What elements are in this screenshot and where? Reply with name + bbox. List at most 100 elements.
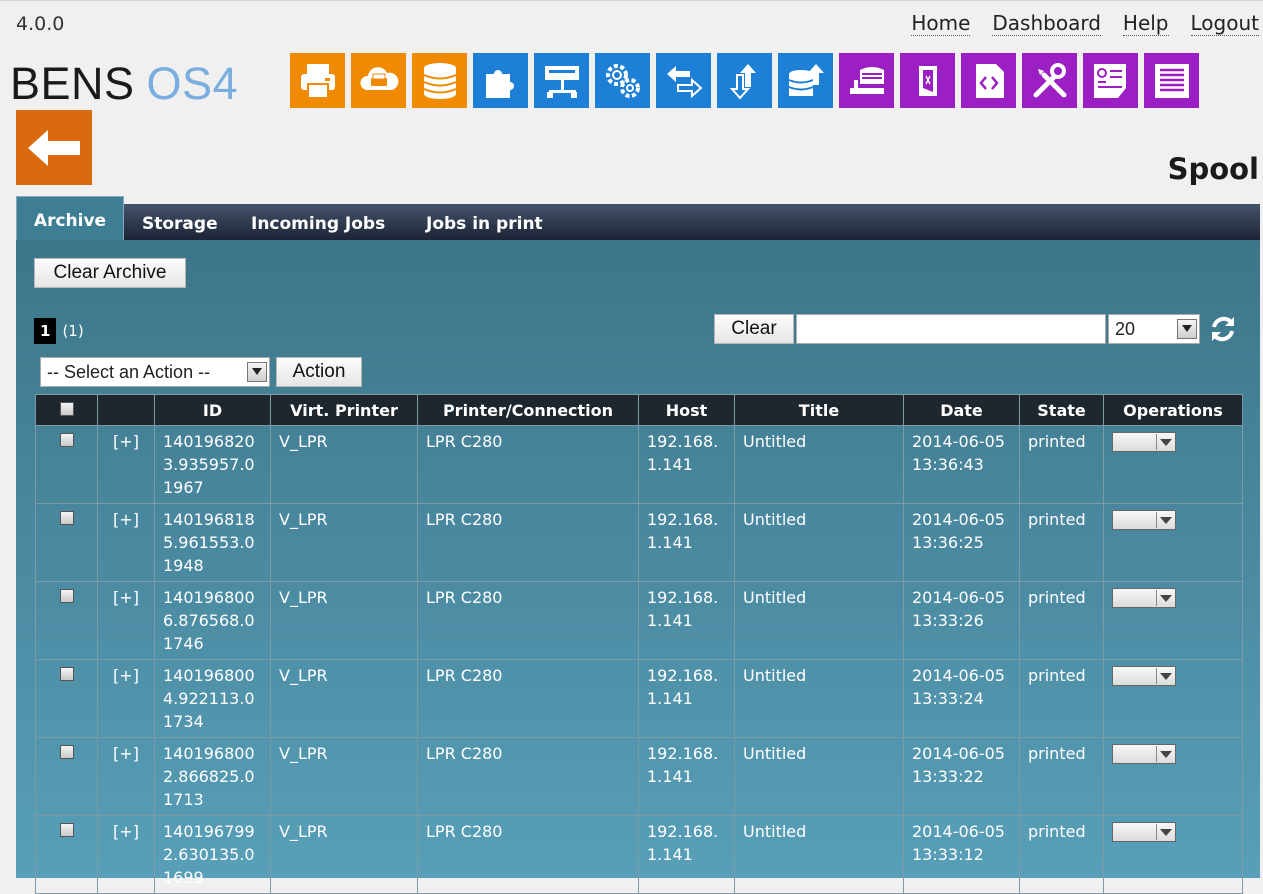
row-expand[interactable]: [+] bbox=[97, 659, 155, 738]
cell-title: Untitled bbox=[734, 503, 904, 582]
cell-virt-printer: V_LPR bbox=[270, 737, 418, 816]
back-button[interactable] bbox=[16, 110, 92, 185]
gears-icon[interactable] bbox=[595, 53, 650, 108]
search-input[interactable] bbox=[796, 314, 1106, 344]
cloud-printer-icon[interactable] bbox=[351, 53, 406, 108]
list-page-icon[interactable] bbox=[1144, 53, 1199, 108]
row-expand[interactable]: [+] bbox=[97, 737, 155, 816]
operations-select[interactable] bbox=[1112, 666, 1176, 686]
cell-operations bbox=[1103, 815, 1243, 894]
home-link[interactable]: Home bbox=[911, 11, 971, 36]
row-checkbox[interactable] bbox=[59, 433, 74, 447]
page-current[interactable]: 1 bbox=[34, 318, 57, 344]
chevron-down-icon bbox=[247, 362, 267, 382]
operations-select[interactable] bbox=[1112, 588, 1176, 608]
tools-icon[interactable] bbox=[1022, 53, 1077, 108]
cell-printer-connection: LPR C280 bbox=[417, 659, 639, 738]
row-select-cell bbox=[35, 503, 98, 582]
cell-host: 192.168.1.141 bbox=[638, 659, 735, 738]
action-select-value: -- Select an Action -- bbox=[47, 362, 211, 382]
module-toolbar bbox=[290, 53, 1199, 108]
action-button[interactable]: Action bbox=[276, 357, 362, 387]
help-link[interactable]: Help bbox=[1122, 11, 1169, 36]
column-header-virt-printer[interactable]: Virt. Printer bbox=[270, 394, 418, 426]
row-select-cell bbox=[35, 581, 98, 660]
printer-icon[interactable] bbox=[290, 53, 345, 108]
column-header-state[interactable]: State bbox=[1019, 394, 1104, 426]
row-expand[interactable]: [+] bbox=[97, 425, 155, 504]
row-checkbox[interactable] bbox=[59, 667, 74, 681]
operations-select[interactable] bbox=[1112, 432, 1176, 452]
cell-title: Untitled bbox=[734, 581, 904, 660]
dashboard-link[interactable]: Dashboard bbox=[992, 11, 1101, 36]
scanner-icon[interactable] bbox=[839, 53, 894, 108]
version-label: 4.0.0 bbox=[16, 13, 65, 35]
operations-select[interactable] bbox=[1112, 744, 1176, 764]
per-page-select[interactable]: 20 bbox=[1108, 314, 1200, 344]
logout-link[interactable]: Logout bbox=[1190, 11, 1259, 36]
action-select[interactable]: -- Select an Action -- bbox=[40, 357, 270, 387]
pagination: 1 (1) bbox=[34, 318, 84, 344]
cell-operations bbox=[1103, 503, 1243, 582]
cell-operations bbox=[1103, 581, 1243, 660]
upload-download-icon[interactable] bbox=[717, 53, 772, 108]
script-file-icon[interactable] bbox=[961, 53, 1016, 108]
network-printer-icon[interactable] bbox=[534, 53, 589, 108]
clear-search-button[interactable]: Clear bbox=[714, 314, 794, 344]
column-header-printer-connection[interactable]: Printer/Connection bbox=[417, 394, 639, 426]
table-row: [+] 1401968203.935957.01967 V_LPR LPR C2… bbox=[35, 425, 1243, 504]
refresh-icon[interactable] bbox=[1206, 314, 1240, 344]
cell-id: 1401967992.630135.01699 bbox=[154, 815, 271, 894]
user-card-icon[interactable] bbox=[1083, 53, 1138, 108]
cell-virt-printer: V_LPR bbox=[270, 503, 418, 582]
tab-jobs-in-print[interactable]: Jobs in print bbox=[426, 214, 543, 234]
cell-operations bbox=[1103, 659, 1243, 738]
database-upload-icon[interactable] bbox=[778, 53, 833, 108]
row-expand[interactable]: [+] bbox=[97, 815, 155, 894]
operations-select[interactable] bbox=[1112, 510, 1176, 530]
row-checkbox[interactable] bbox=[59, 589, 74, 603]
top-bar: 4.0.0 Home Dashboard Help Logout bbox=[0, 0, 1263, 47]
brand-logo: BENS OS4 bbox=[10, 58, 238, 110]
column-header-title[interactable]: Title bbox=[734, 394, 904, 426]
row-expand[interactable]: [+] bbox=[97, 503, 155, 582]
row-select-cell bbox=[35, 659, 98, 738]
column-header-id[interactable]: ID bbox=[154, 394, 271, 426]
table-row: [+] 1401968006.876568.01746 V_LPR LPR C2… bbox=[35, 581, 1243, 660]
select-all-checkbox[interactable] bbox=[59, 402, 74, 416]
transfer-arrows-icon[interactable] bbox=[656, 53, 711, 108]
cell-virt-printer: V_LPR bbox=[270, 659, 418, 738]
row-expand[interactable]: [+] bbox=[97, 581, 155, 660]
expand-header bbox=[97, 394, 155, 426]
tab-bar: Archive Storage Incoming Jobs Jobs in pr… bbox=[16, 196, 1260, 240]
tab-archive[interactable]: Archive bbox=[16, 196, 124, 240]
column-header-host[interactable]: Host bbox=[638, 394, 735, 426]
row-checkbox[interactable] bbox=[59, 745, 74, 759]
row-checkbox[interactable] bbox=[59, 511, 74, 525]
row-select-cell bbox=[35, 425, 98, 504]
page-count: (1) bbox=[62, 322, 84, 340]
puzzle-icon[interactable] bbox=[473, 53, 528, 108]
cell-operations bbox=[1103, 737, 1243, 816]
clear-archive-button[interactable]: Clear Archive bbox=[34, 258, 186, 288]
row-checkbox[interactable] bbox=[59, 823, 74, 837]
operations-select[interactable] bbox=[1112, 822, 1176, 842]
cell-id: 1401968002.866825.01713 bbox=[154, 737, 271, 816]
cell-state: printed bbox=[1019, 581, 1104, 660]
column-header-date[interactable]: Date bbox=[903, 394, 1020, 426]
tab-incoming-jobs[interactable]: Incoming Jobs bbox=[251, 214, 385, 234]
row-select-cell bbox=[35, 737, 98, 816]
cell-date: 2014-06-05 13:33:12 bbox=[903, 815, 1020, 894]
cell-virt-printer: V_LPR bbox=[270, 425, 418, 504]
chevron-down-icon bbox=[1177, 319, 1197, 339]
cell-printer-connection: LPR C280 bbox=[417, 581, 639, 660]
database-icon[interactable] bbox=[412, 53, 467, 108]
document-icon[interactable] bbox=[900, 53, 955, 108]
cell-id: 1401968004.922113.01734 bbox=[154, 659, 271, 738]
table-row: [+] 1401968002.866825.01713 V_LPR LPR C2… bbox=[35, 737, 1243, 816]
cell-state: printed bbox=[1019, 659, 1104, 738]
cell-host: 192.168.1.141 bbox=[638, 815, 735, 894]
cell-host: 192.168.1.141 bbox=[638, 425, 735, 504]
tab-storage[interactable]: Storage bbox=[142, 214, 218, 234]
cell-virt-printer: V_LPR bbox=[270, 815, 418, 894]
